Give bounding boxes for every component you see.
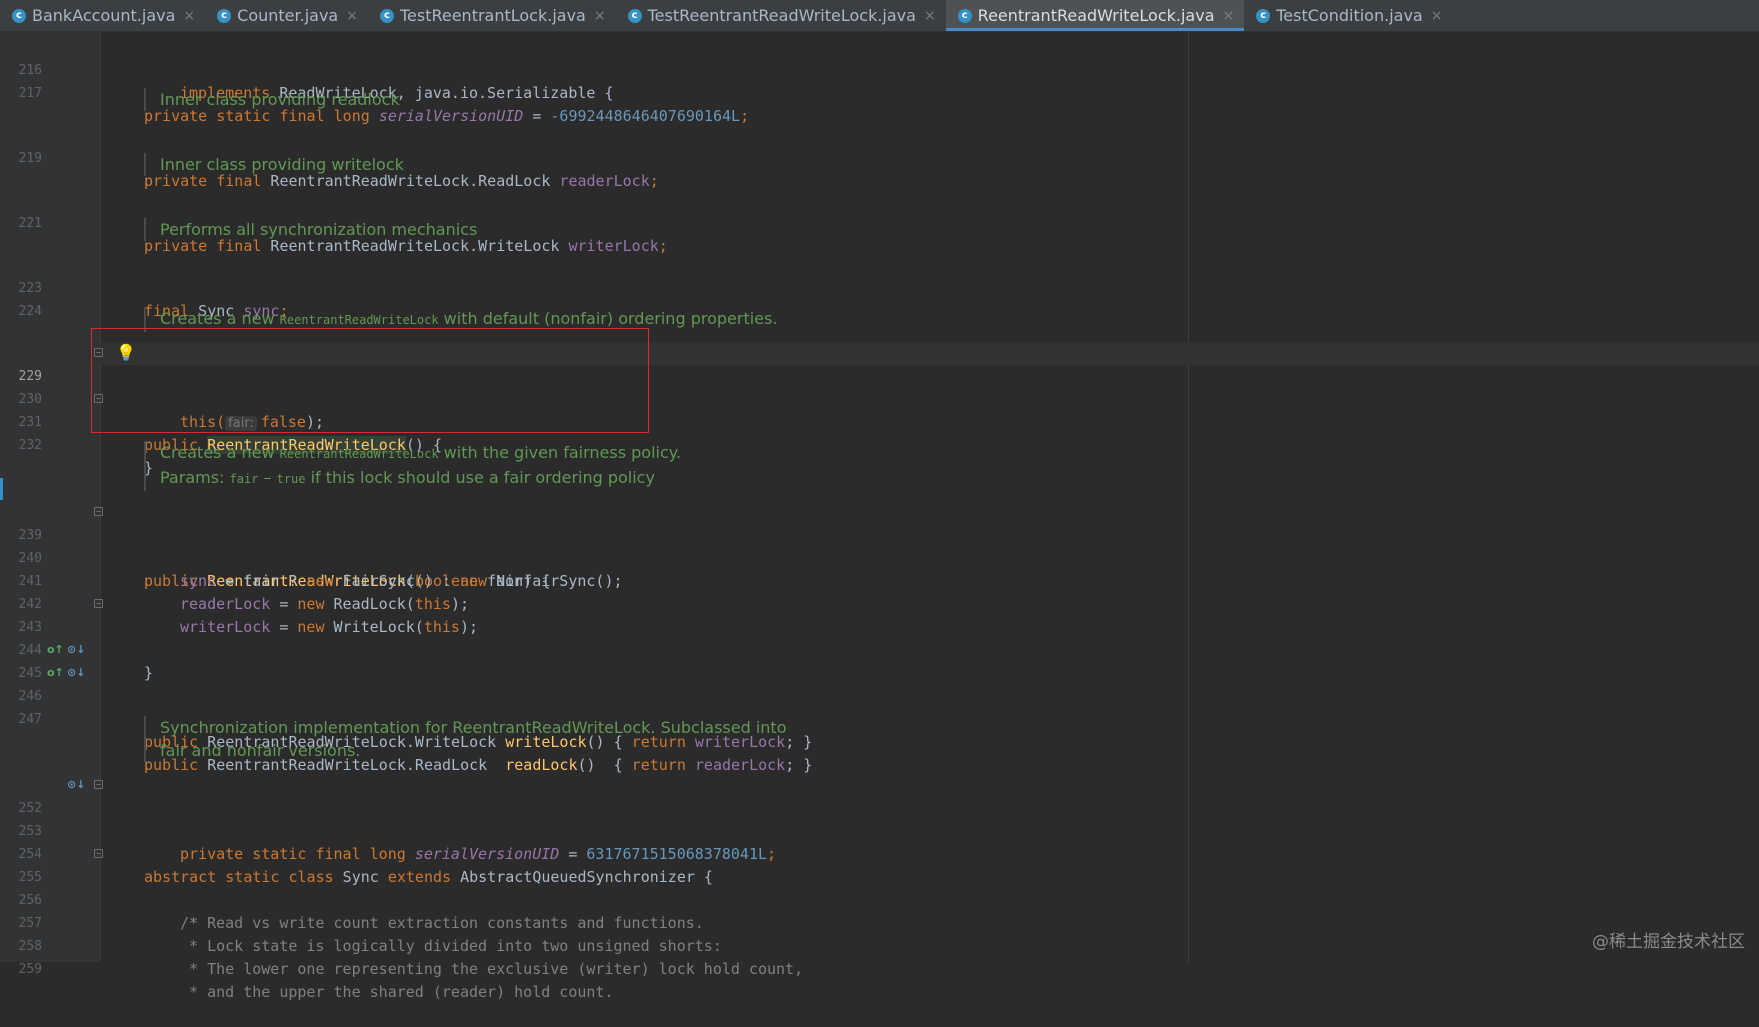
code-line: 239 − public ReentrantReadWriteLock(bool… — [0, 501, 1759, 590]
doc-comment[interactable]: Synchronization implementation for Reent… — [144, 716, 787, 762]
code-line: 221 private final ReentrantReadWriteLock… — [0, 189, 1759, 255]
tab-bankaccount[interactable]: c BankAccount.java × — [0, 0, 205, 31]
code-line: 252 ⊙↓ − abstract static class Sync exte… — [0, 774, 1759, 886]
tab-label: BankAccount.java — [32, 6, 176, 25]
code-line: 223 final Sync sync; — [0, 254, 1759, 320]
class-icon: c — [1256, 8, 1271, 23]
code-line: 253 private static final long serialVers… — [0, 797, 1759, 863]
line-number: 221 — [18, 216, 42, 231]
implemented-icon[interactable]: ⊙↓ — [67, 666, 85, 680]
fold-icon[interactable]: − — [94, 780, 103, 789]
tab-label: TestReentrantReadWriteLock.java — [647, 6, 916, 25]
class-icon: c — [217, 8, 232, 23]
close-icon[interactable]: × — [183, 8, 195, 24]
editor-tab-bar: c BankAccount.java × c Counter.java × c … — [0, 0, 1759, 32]
code-line: 257 * Lock state is logically divided in… — [0, 889, 1759, 955]
implemented-icon[interactable]: ⊙↓ — [67, 643, 85, 657]
tab-testreentrantlock[interactable]: c TestReentrantLock.java × — [368, 0, 616, 31]
code-line: 219 private final ReentrantReadWriteLock… — [0, 124, 1759, 190]
code-line: 254 — [0, 820, 1759, 862]
tab-counter[interactable]: c Counter.java × — [205, 0, 368, 31]
close-icon[interactable]: × — [1431, 8, 1443, 24]
class-icon: c — [627, 8, 642, 23]
close-icon[interactable]: × — [924, 8, 936, 24]
code-line: 245 o↑ ⊙↓ public ReentrantReadWriteLock.… — [0, 639, 1759, 751]
fold-icon[interactable]: − — [94, 507, 103, 516]
line-number: 224 — [18, 304, 42, 319]
tab-label: Counter.java — [237, 6, 339, 25]
doc-comment[interactable]: Creates a new ReentrantReadWriteLock wit… — [144, 441, 681, 491]
code-line: 244 — [0, 616, 1759, 658]
class-icon: c — [957, 8, 972, 23]
fold-icon[interactable]: − — [94, 599, 103, 608]
line-number: 219 — [18, 151, 42, 166]
close-icon[interactable]: × — [594, 8, 606, 24]
tab-testcondition[interactable]: c TestCondition.java × — [1244, 0, 1452, 31]
code-line: 243 − } — [0, 593, 1759, 682]
fold-icon[interactable]: − — [94, 849, 103, 858]
code-line: 241 readerLock = new ReadLock(this); — [0, 547, 1759, 613]
code-line: 247 — [0, 685, 1759, 727]
override-icon[interactable]: o↑ — [47, 643, 64, 657]
code-line: 246 o↑ ⊙↓ public ReentrantReadWriteLock.… — [0, 662, 1759, 774]
tab-label: TestCondition.java — [1276, 6, 1423, 25]
code-line: 240 sync = fair ? new FairSync() : new N… — [0, 524, 1759, 590]
code-line: 256 * Read vs write count extraction con… — [0, 866, 1759, 932]
close-icon[interactable]: × — [346, 8, 358, 24]
override-icon[interactable]: o↑ — [47, 666, 64, 680]
doc-comment[interactable]: Inner class providing writelock — [144, 153, 404, 176]
tab-label: ReentrantReadWriteLock.java — [977, 6, 1215, 25]
code-line: 217 private static final long serialVers… — [0, 59, 1759, 125]
line-number: 232 — [18, 438, 42, 453]
line-number: 247 — [18, 712, 42, 727]
watermark: @稀土掘金技术社区 — [1592, 932, 1745, 952]
tab-reentrantreadwritelock[interactable]: c ReentrantReadWriteLock.java × — [945, 0, 1245, 31]
line-number: 217 — [18, 86, 42, 101]
code-line: 255 − /* — [0, 843, 1759, 932]
code-line: 258 * The lower one representing the exc… — [0, 912, 1759, 978]
implemented-icon[interactable]: ⊙↓ — [67, 778, 85, 792]
tab-label: TestReentrantLock.java — [399, 6, 586, 25]
class-icon: c — [12, 8, 26, 23]
code-line: 224 — [0, 277, 1759, 319]
highlight-box — [91, 328, 649, 433]
code-line: 259 * and the upper the shared (reader) … — [0, 935, 1759, 1001]
class-icon: c — [379, 8, 394, 23]
code-line: 242 writerLock = new WriteLock(this); — [0, 570, 1759, 636]
doc-comment[interactable]: Inner class providing readlock — [144, 88, 400, 111]
code-line: 216 implements ReadWriteLock, java.io.Se… — [0, 36, 1759, 102]
line-number: 259 — [18, 962, 42, 977]
close-icon[interactable]: × — [1223, 8, 1235, 24]
doc-comment[interactable]: Performs all synchronization mechanics — [144, 218, 477, 241]
tab-testreentrantreadwritelock[interactable]: c TestReentrantReadWriteLock.java × — [616, 0, 946, 31]
